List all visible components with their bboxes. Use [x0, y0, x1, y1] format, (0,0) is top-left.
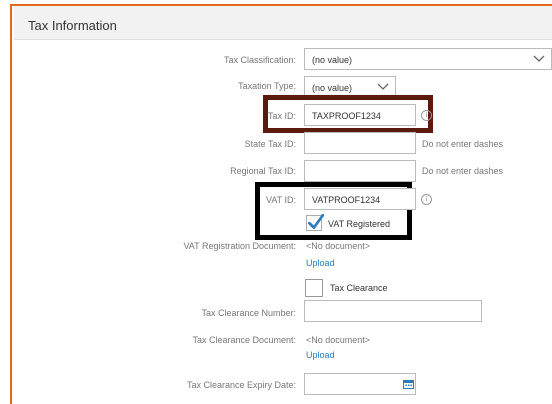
regional-tax-id-label: Regional Tax ID:	[230, 166, 296, 176]
tax-clearance-upload-link[interactable]: Upload	[306, 350, 335, 360]
taxation-type-value: (no value)	[312, 83, 353, 93]
regional-tax-id-input[interactable]	[304, 160, 416, 182]
vat-id-label: VAT ID:	[265, 195, 296, 205]
checkmark-icon	[308, 213, 324, 229]
state-tax-id-label: State Tax ID:	[244, 139, 296, 149]
vat-registration-document-label: VAT Registration Document:	[183, 241, 296, 251]
tax-id-input[interactable]: TAXPROOF1234	[304, 104, 416, 126]
info-icon[interactable]: i	[421, 194, 432, 205]
chevron-down-icon	[533, 55, 545, 62]
vat-registered-checkbox[interactable]	[306, 213, 324, 231]
info-icon[interactable]: i	[421, 110, 432, 121]
tax-clearance-number-label: Tax Clearance Number:	[201, 308, 296, 318]
tax-clearance-document-value: <No document>	[306, 335, 371, 345]
tax-clearance-checkbox[interactable]	[305, 279, 323, 297]
taxation-type-label: Taxation Type:	[238, 81, 296, 91]
vat-registration-document-value: <No document>	[306, 241, 371, 251]
tax-clearance-label: Tax Clearance	[330, 283, 388, 293]
tax-classification-label: Tax Classification:	[223, 55, 296, 65]
panel-title: Tax Information	[28, 18, 117, 33]
tax-classification-value: (no value)	[312, 55, 353, 65]
vat-id-input[interactable]: VATPROOF1234	[304, 188, 416, 210]
state-tax-id-input[interactable]	[304, 132, 416, 154]
state-tax-id-note: Do not enter dashes	[422, 139, 504, 149]
tax-classification-select[interactable]: (no value)	[304, 48, 552, 70]
tax-clearance-document-label: Tax Clearance Document:	[192, 335, 296, 345]
regional-tax-id-note: Do not enter dashes	[422, 166, 504, 176]
calendar-icon[interactable]	[403, 379, 414, 389]
tax-clearance-expiry-date-input[interactable]	[304, 373, 416, 395]
chevron-down-icon	[377, 83, 389, 90]
tax-id-label: Tax ID:	[267, 111, 296, 121]
tax-clearance-expiry-date-label: Tax Clearance Expiry Date:	[186, 380, 296, 390]
tax-clearance-number-input[interactable]	[304, 300, 482, 322]
vat-registration-upload-link[interactable]: Upload	[306, 258, 335, 268]
vat-registered-label: VAT Registered	[328, 219, 391, 229]
panel-header: Tax Information	[14, 6, 552, 40]
